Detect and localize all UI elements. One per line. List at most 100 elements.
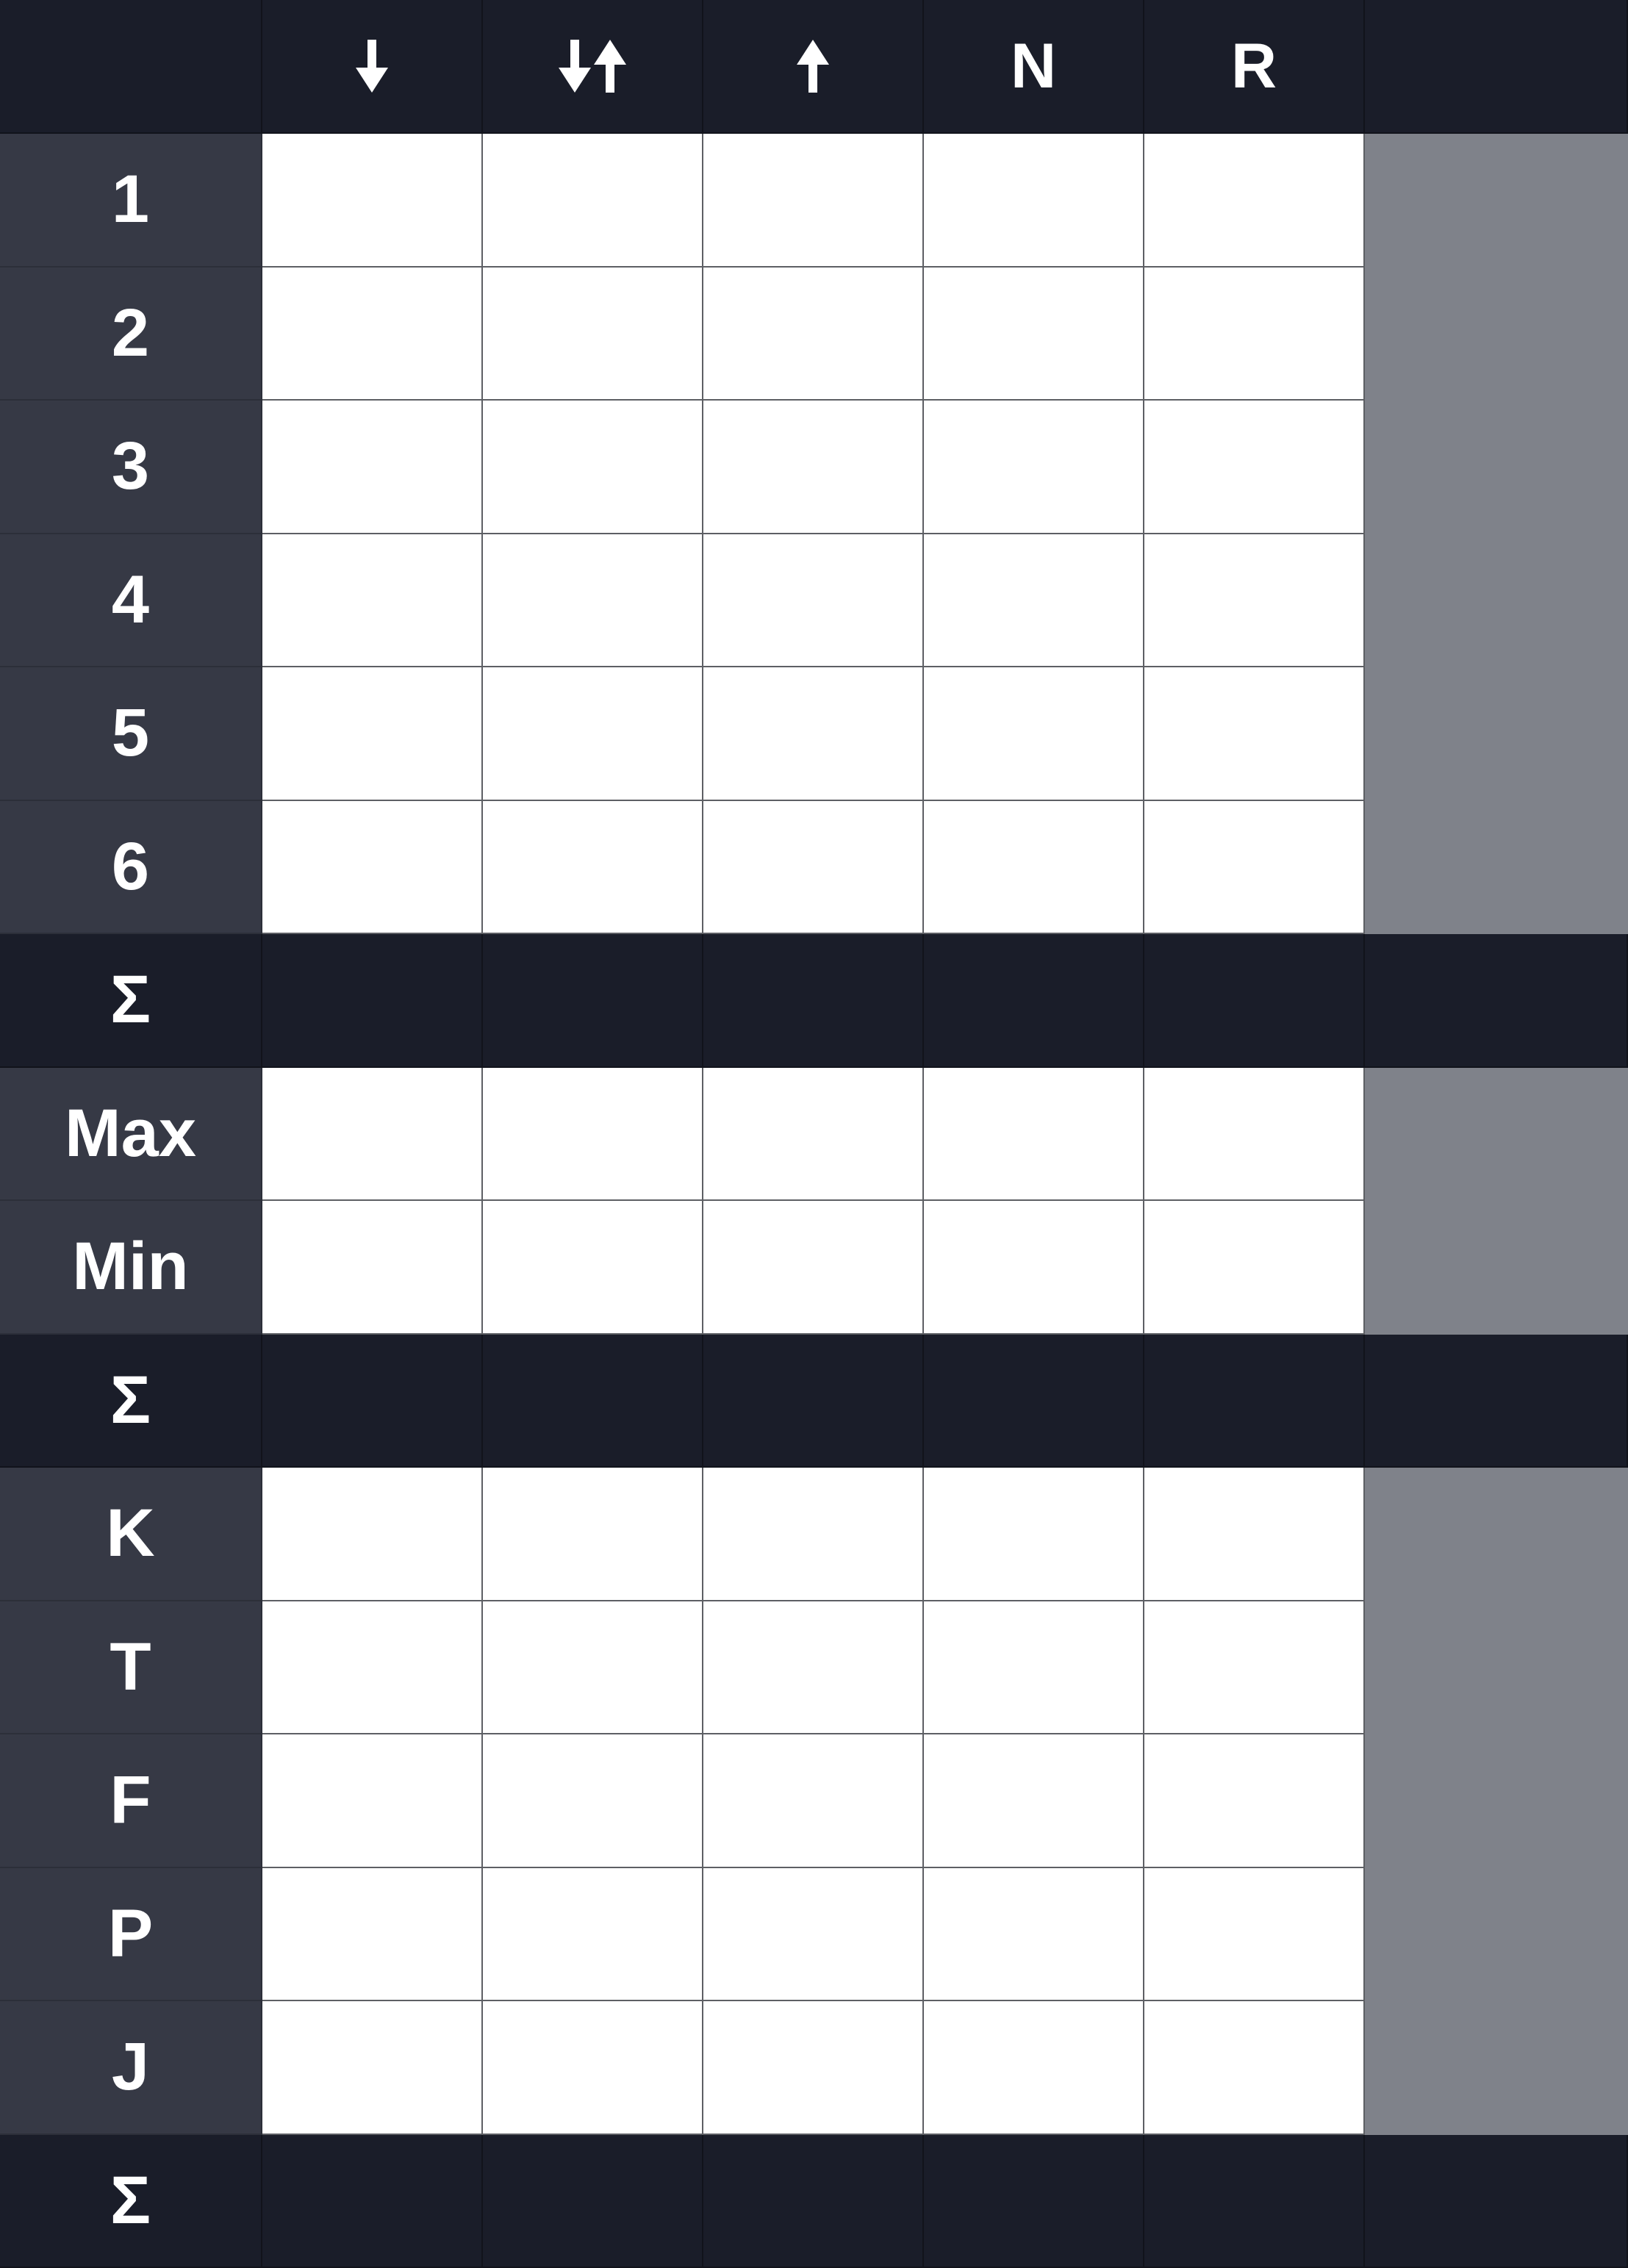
row-label: F [0,1734,262,1868]
score-cell[interactable] [262,667,483,801]
score-cell[interactable] [703,1867,924,2001]
score-cell[interactable] [483,534,703,667]
score-cell[interactable] [483,800,703,934]
score-cell[interactable] [924,1601,1144,1734]
sum-cell[interactable] [924,934,1144,1068]
score-cell[interactable] [483,267,703,401]
score-cell[interactable] [703,401,924,534]
score-cell[interactable] [483,1468,703,1601]
score-cell[interactable] [262,1067,483,1201]
sum-cell[interactable] [483,2134,703,2268]
score-cell[interactable] [483,1201,703,1335]
sum-cell[interactable] [262,1334,483,1468]
grand-sum-cell[interactable] [1365,934,1628,1068]
grand-sum-cell[interactable] [1365,2134,1628,2268]
row-label: 3 [0,401,262,534]
score-cell[interactable] [703,534,924,667]
score-cell[interactable] [1144,1601,1365,1734]
score-cell[interactable] [1144,534,1365,667]
sum-cell[interactable] [483,1334,703,1468]
score-cell[interactable] [262,2001,483,2135]
score-cell[interactable] [262,1867,483,2001]
score-cell[interactable] [1144,1734,1365,1868]
row-total-cell [1365,667,1628,801]
sum-cell[interactable] [1144,1334,1365,1468]
score-cell[interactable] [924,800,1144,934]
score-cell[interactable] [483,1867,703,2001]
score-cell[interactable] [924,1468,1144,1601]
sum-row-label: Σ [0,934,262,1068]
score-cell[interactable] [924,401,1144,534]
score-cell[interactable] [924,1734,1144,1868]
row-label: T [0,1601,262,1734]
score-cell[interactable] [1144,134,1365,268]
score-cell[interactable] [1144,1867,1365,2001]
score-cell[interactable] [703,800,924,934]
score-cell[interactable] [262,800,483,934]
score-cell[interactable] [483,1601,703,1734]
sum-cell[interactable] [924,1334,1144,1468]
score-sheet: N R 1 2 3 4 5 6 Σ Max Min Σ K T F P J Σ [0,0,1628,2268]
score-cell[interactable] [262,534,483,667]
score-cell[interactable] [262,267,483,401]
score-cell[interactable] [703,667,924,801]
score-cell[interactable] [262,1201,483,1335]
score-cell[interactable] [703,1201,924,1335]
score-cell[interactable] [262,401,483,534]
sum-cell[interactable] [262,934,483,1068]
arrow-down-icon [356,40,388,93]
sum-cell[interactable] [924,2134,1144,2268]
score-cell[interactable] [1144,667,1365,801]
score-cell[interactable] [262,134,483,268]
score-cell[interactable] [703,1067,924,1201]
sum-cell[interactable] [703,2134,924,2268]
score-cell[interactable] [1144,401,1365,534]
score-cell[interactable] [1144,1468,1365,1601]
score-cell[interactable] [703,134,924,268]
score-cell[interactable] [1144,1067,1365,1201]
row-total-cell [1365,1067,1628,1201]
score-cell[interactable] [262,1468,483,1601]
score-cell[interactable] [1144,2001,1365,2135]
row-total-cell [1365,134,1628,268]
sum-cell[interactable] [703,934,924,1068]
row-label: 6 [0,800,262,934]
score-cell[interactable] [1144,267,1365,401]
sum-cell[interactable] [262,2134,483,2268]
grand-sum-cell[interactable] [1365,1334,1628,1468]
score-cell[interactable] [483,2001,703,2135]
score-cell[interactable] [924,667,1144,801]
score-cell[interactable] [924,534,1144,667]
score-cell[interactable] [483,667,703,801]
score-cell[interactable] [703,1734,924,1868]
score-cell[interactable] [1144,800,1365,934]
row-total-cell [1365,1734,1628,1868]
score-cell[interactable] [924,2001,1144,2135]
column-header-r: R [1144,0,1365,134]
row-total-cell [1365,1468,1628,1601]
sum-cell[interactable] [1144,2134,1365,2268]
score-cell[interactable] [483,134,703,268]
score-cell[interactable] [1144,1201,1365,1335]
score-cell[interactable] [703,1468,924,1601]
score-cell[interactable] [262,1734,483,1868]
row-total-cell [1365,534,1628,667]
score-cell[interactable] [483,1734,703,1868]
score-cell[interactable] [703,267,924,401]
score-cell[interactable] [924,1867,1144,2001]
sum-cell[interactable] [703,1334,924,1468]
score-cell[interactable] [262,1601,483,1734]
score-cell[interactable] [924,267,1144,401]
row-label: Min [0,1201,262,1335]
score-cell[interactable] [703,1601,924,1734]
score-cell[interactable] [924,1067,1144,1201]
sum-cell[interactable] [483,934,703,1068]
score-cell[interactable] [924,134,1144,268]
score-cell[interactable] [703,2001,924,2135]
row-total-cell [1365,1601,1628,1734]
row-total-cell [1365,1867,1628,2001]
sum-cell[interactable] [1144,934,1365,1068]
score-cell[interactable] [483,1067,703,1201]
score-cell[interactable] [483,401,703,534]
score-cell[interactable] [924,1201,1144,1335]
